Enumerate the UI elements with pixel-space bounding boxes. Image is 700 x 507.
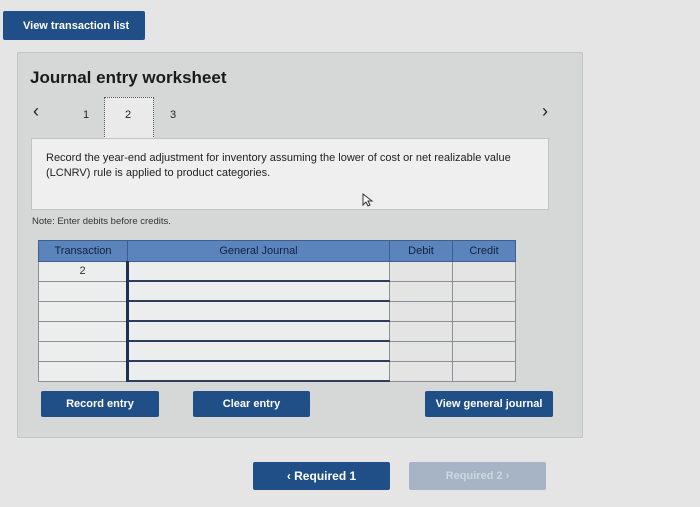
transaction-cell (38, 320, 128, 342)
record-entry-button[interactable]: Record entry (41, 391, 159, 417)
note-text: Note: Enter debits before credits. (32, 216, 171, 227)
table-row (38, 320, 516, 342)
journal-entry-table: Transaction General Journal Debit Credit… (38, 240, 516, 382)
chevron-left-icon[interactable]: ‹ (33, 102, 39, 120)
mouse-cursor-icon (362, 193, 374, 207)
step-3[interactable]: 3 (170, 109, 176, 121)
instruction-box: Record the year-end adjustment for inven… (31, 138, 549, 210)
table-row (38, 340, 516, 362)
instruction-text: Record the year-end adjustment for inven… (46, 152, 511, 179)
clear-entry-button[interactable]: Clear entry (193, 391, 310, 417)
journal-entry-worksheet-panel: Journal entry worksheet ‹ 1 2 3 › Record… (17, 52, 583, 438)
chevron-right-icon[interactable]: › (542, 102, 548, 120)
debit-input[interactable] (389, 280, 453, 302)
credit-input[interactable] (452, 340, 516, 362)
transaction-cell (38, 340, 128, 362)
debit-input[interactable] (389, 300, 453, 322)
worksheet-title: Journal entry worksheet (30, 68, 227, 87)
header-transaction: Transaction (38, 240, 128, 262)
account-select[interactable] (126, 360, 390, 382)
credit-input[interactable] (452, 261, 516, 282)
header-general-journal: General Journal (127, 240, 390, 262)
table-row (38, 300, 516, 322)
account-select[interactable] (126, 340, 390, 362)
debit-input[interactable] (389, 340, 453, 362)
credit-input[interactable] (452, 320, 516, 342)
required-2-button[interactable]: Required 2 › (409, 462, 546, 490)
account-select[interactable] (126, 320, 390, 342)
view-general-journal-button[interactable]: View general journal (425, 391, 553, 417)
header-credit: Credit (452, 240, 516, 262)
transaction-cell: 2 (38, 261, 128, 282)
account-select[interactable] (126, 261, 390, 282)
transaction-cell (38, 300, 128, 322)
table-row: 2 (38, 261, 516, 282)
transaction-cell (38, 360, 128, 382)
debit-input[interactable] (389, 261, 453, 282)
account-select[interactable] (126, 300, 390, 322)
debit-input[interactable] (389, 360, 453, 382)
table-row (38, 280, 516, 302)
step-2[interactable]: 2 (125, 109, 131, 121)
transaction-cell (38, 280, 128, 302)
required-1-button[interactable]: ‹ Required 1 (253, 462, 390, 490)
debit-input[interactable] (389, 320, 453, 342)
credit-input[interactable] (452, 280, 516, 302)
step-1[interactable]: 1 (83, 109, 89, 121)
view-transaction-list-button[interactable]: View transaction list (3, 11, 145, 40)
account-select[interactable] (126, 280, 390, 302)
credit-input[interactable] (452, 300, 516, 322)
table-row (38, 360, 516, 382)
header-debit: Debit (389, 240, 453, 262)
credit-input[interactable] (452, 360, 516, 382)
